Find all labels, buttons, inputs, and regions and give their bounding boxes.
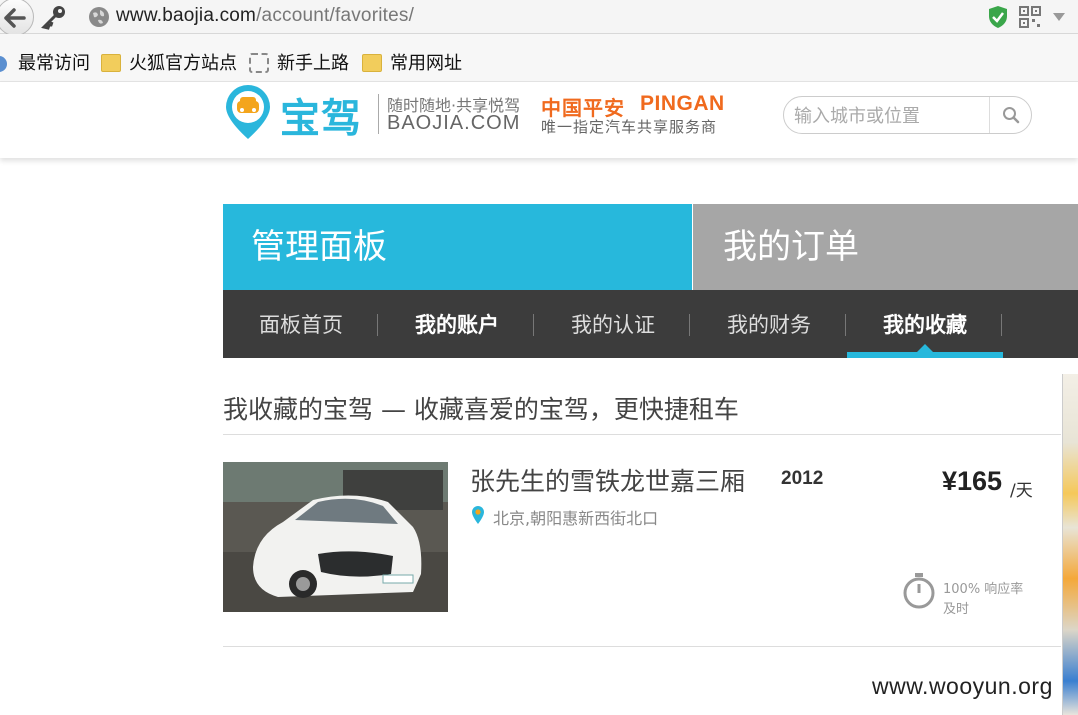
- chevron-down-icon[interactable]: [1052, 12, 1066, 22]
- search-button[interactable]: [990, 97, 1032, 133]
- page-icon: [249, 53, 269, 73]
- bookmark-star-icon: [0, 56, 7, 72]
- browser-url-bar: www.baojia.com/account/favorites/: [0, 0, 1078, 36]
- bookmark-firefox-sites[interactable]: 火狐官方站点: [101, 52, 237, 76]
- subnav-separator: [533, 314, 534, 336]
- location-pin-icon: [472, 506, 484, 524]
- bookmark-most-visited[interactable]: 最常访问: [0, 52, 90, 76]
- car-year: 2012: [781, 468, 824, 489]
- shield-icon[interactable]: [987, 5, 1009, 29]
- subnav-separator: [845, 314, 846, 336]
- baojia-logo-icon[interactable]: [222, 85, 274, 141]
- map-edge: [1062, 374, 1078, 715]
- subnav-finance[interactable]: 我的财务: [691, 290, 847, 358]
- price-unit: /天: [1010, 481, 1033, 501]
- subnav-my-account[interactable]: 我的账户: [379, 290, 535, 358]
- logo-divider: [378, 94, 379, 134]
- bookmark-getting-started[interactable]: 新手上路: [249, 52, 349, 76]
- section-divider: [223, 434, 1061, 435]
- brand-name: BAOJIA.COM: [387, 112, 521, 134]
- response-time: 及时: [943, 602, 970, 617]
- subnav-separator: [689, 314, 690, 336]
- subnav-verification[interactable]: 我的认证: [535, 290, 691, 358]
- qr-code-icon[interactable]: [1019, 6, 1041, 28]
- car-title[interactable]: 张先生的雪铁龙世嘉三厢: [470, 462, 745, 498]
- car-image: [223, 462, 448, 612]
- bookmark-label: 常用网址: [390, 53, 462, 74]
- card-divider: [223, 646, 1061, 647]
- site-header: 宝驾 随时随地·共享悦驾 BAOJIA.COM 中国平安 PINGAN 唯一指定…: [0, 82, 1078, 158]
- bookmark-common-sites[interactable]: 常用网址: [362, 52, 462, 76]
- globe-icon: [89, 7, 109, 27]
- logo-text[interactable]: 宝驾: [280, 86, 362, 144]
- car-location: 北京,朝阳惠新西街北口: [493, 509, 659, 528]
- bookmarks-toolbar: 最常访问 火狐官方站点 新手上路 常用网址: [0, 34, 1078, 82]
- back-button[interactable]: [0, 0, 34, 36]
- subnav-separator: [377, 314, 378, 336]
- subnav-separator: [1001, 314, 1002, 336]
- key-icon[interactable]: [40, 4, 68, 30]
- tab-my-orders[interactable]: 我的订单: [693, 204, 1078, 290]
- url-path: /account/favorites/: [256, 5, 415, 26]
- back-arrow-icon: [4, 8, 26, 28]
- folder-icon: [362, 54, 382, 72]
- city-search-box: [783, 96, 1032, 134]
- tab-dashboard[interactable]: 管理面板: [223, 204, 692, 290]
- folder-icon: [101, 54, 121, 72]
- city-search-input[interactable]: [794, 103, 984, 129]
- car-photo[interactable]: [223, 462, 448, 612]
- car-price: ¥165: [942, 466, 1003, 496]
- account-subnav: 面板首页 我的账户 我的认证 我的财务 我的收藏: [223, 290, 1078, 358]
- section-title: 我收藏的宝驾 — 收藏喜爱的宝驾，更快捷租车: [223, 395, 739, 424]
- search-icon: [1003, 107, 1020, 124]
- stopwatch-icon: [903, 573, 935, 609]
- bookmark-label: 最常访问: [18, 53, 90, 74]
- partner-name-en: PINGAN: [640, 92, 725, 115]
- bookmark-label: 新手上路: [277, 53, 349, 74]
- url-domain: www.baojia.com: [116, 5, 257, 26]
- watermark: www.wooyun.org: [872, 673, 1053, 699]
- url-text[interactable]: www.baojia.com/account/favorites/: [116, 5, 414, 27]
- active-tab-indicator: [847, 352, 1003, 358]
- response-rate: 100% 响应率: [943, 582, 1024, 597]
- partner-subtitle: 唯一指定汽车共享服务商: [541, 118, 718, 136]
- subnav-dashboard-home[interactable]: 面板首页: [223, 290, 379, 358]
- bookmark-label: 火狐官方站点: [129, 53, 237, 74]
